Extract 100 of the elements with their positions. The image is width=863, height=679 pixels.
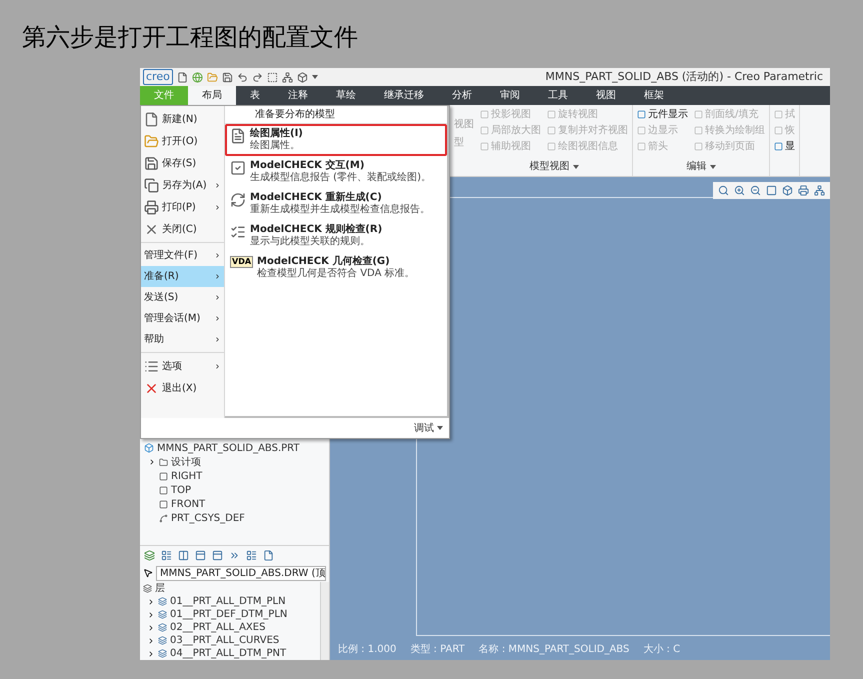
layer-icon: [158, 597, 167, 606]
menu-item[interactable]: 管理会话(M): [141, 308, 224, 329]
expand-icon[interactable]: [147, 624, 155, 632]
ribbon-tab[interactable]: 分析: [438, 86, 486, 105]
tree-item[interactable]: 03__PRT_ALL_CURVES: [170, 633, 280, 648]
ribbon-tab[interactable]: 审阅: [486, 86, 534, 105]
menu-item-description: 显示与此模型关联的规则。: [250, 236, 371, 248]
expand-icon[interactable]: [147, 598, 155, 606]
caret-icon: [312, 75, 318, 79]
menu-item[interactable]: 新建(N): [141, 108, 224, 130]
ribbon-tab[interactable]: 注释: [274, 86, 322, 105]
view-tool-icon[interactable]: [814, 185, 825, 196]
menu-item[interactable]: 绘图属性(I) 绘图属性。: [225, 124, 447, 156]
tree-item[interactable]: 设计项: [171, 454, 201, 470]
ribbon-tab[interactable]: 视图: [582, 86, 630, 105]
menu-item[interactable]: 帮助: [141, 329, 224, 350]
menu-item-title: ModelCHECK 几何检查(G): [257, 256, 391, 268]
view-tool-icon[interactable]: [718, 185, 729, 196]
menu-item-title: ModelCHECK 交互(M): [250, 160, 366, 172]
menu-item[interactable]: 管理文件(F): [141, 245, 224, 266]
menu-item[interactable]: 退出(X): [141, 377, 224, 399]
toolbar-icon[interactable]: [178, 550, 189, 560]
submenu-title: 准备要分布的模型: [225, 106, 447, 124]
menu-item[interactable]: 保存(S): [141, 152, 224, 174]
app-logo: creo: [143, 69, 173, 85]
toolbar-icon[interactable]: [263, 550, 274, 560]
ribbon-tab[interactable]: 草绘: [322, 86, 370, 105]
toolbar-icon[interactable]: [236, 72, 248, 82]
toolbar-icon[interactable]: [296, 72, 308, 82]
toolbar-icon[interactable]: [229, 550, 240, 560]
tree-item[interactable]: 02__PRT_ALL_AXES: [170, 620, 266, 635]
view-tool-icon[interactable]: [734, 185, 745, 196]
menu-item-title: ModelCHECK 规则检查(R): [250, 224, 382, 236]
pointer-icon[interactable]: [143, 568, 153, 578]
view-tool-icon[interactable]: [766, 185, 777, 196]
menu-item[interactable]: ModelCHECK 重新生成(C) 重新生成模型并生成模型检查信息报告。: [225, 188, 447, 220]
toolbar-icon[interactable]: [266, 72, 278, 82]
menu-item[interactable]: 准备(R): [141, 266, 224, 287]
folder-icon: [159, 458, 168, 466]
ribbon-tab[interactable]: 工具: [534, 86, 582, 105]
tree-item[interactable]: 01__PRT_DEF_DTM_PLN: [170, 607, 288, 622]
menu-item[interactable]: 发送(S): [141, 287, 224, 308]
group-label[interactable]: 模型视图: [530, 161, 578, 173]
layers-icon: [143, 584, 152, 593]
toolbar-icon[interactable]: [212, 550, 223, 560]
ribbon-tab[interactable]: 继承迁移: [370, 86, 438, 105]
toolbar-icon[interactable]: [246, 550, 257, 560]
menu-item[interactable]: 打开(O): [141, 130, 224, 152]
expand-icon[interactable]: [147, 610, 155, 618]
status-text: 名称 : MMNS_PART_SOLID_ABS: [478, 643, 630, 657]
toolbar-icon[interactable]: [282, 72, 293, 82]
save-copy-icon: [144, 178, 159, 192]
menu-item[interactable]: 选项: [141, 355, 224, 377]
group-label[interactable]: 编辑: [686, 161, 716, 173]
layer-icon: [158, 610, 167, 619]
expand-icon[interactable]: [147, 636, 155, 644]
tree-item[interactable]: 层: [155, 581, 165, 596]
expand-icon[interactable]: [148, 458, 156, 466]
model-dropdown[interactable]: MMNS_PART_SOLID_ABS.DRW (顶: [156, 566, 326, 580]
view-tool-icon[interactable]: [782, 185, 793, 196]
menu-item[interactable]: 另存为(A): [141, 174, 224, 196]
expand-icon[interactable]: [147, 650, 155, 658]
ribbon-tab[interactable]: 布局: [188, 86, 236, 105]
menu-item[interactable]: ModelCHECK 交互(M) 生成模型信息报告 (零件、装配或绘图)。: [225, 156, 447, 188]
toolbar-icon[interactable]: [222, 72, 233, 82]
tree-item[interactable]: MMNS_PART_SOLID_ABS.PRT: [157, 440, 300, 456]
status-text: 比例 : 1.000: [338, 642, 396, 657]
tree-item[interactable]: PRT_CSYS_DEF: [171, 510, 245, 526]
toolbar-icon[interactable]: [176, 72, 188, 82]
tree-item[interactable]: RIGHT: [171, 468, 202, 484]
list-icon: [144, 358, 159, 374]
caret-icon: [710, 165, 716, 169]
ribbon-tab[interactable]: 表: [236, 86, 274, 105]
tree-item[interactable]: FRONT: [171, 496, 206, 512]
scrollbar[interactable]: [320, 582, 329, 660]
layer-icon: [158, 636, 167, 645]
status-text: 类型 : PART: [410, 642, 465, 657]
debug-button[interactable]: 调试: [414, 418, 443, 438]
tree-item[interactable]: TOP: [171, 482, 192, 498]
vda-icon: VDA: [230, 256, 254, 268]
menu-item[interactable]: ModelCHECK 规则检查(R) 显示与此模型关联的规则。: [225, 220, 447, 252]
ribbon-button[interactable]: 元件显示: [637, 108, 688, 121]
toolbar-icon[interactable]: [195, 550, 206, 560]
window-title: MMNS_PART_SOLID_ABS (活动的) - Creo Parametric: [545, 68, 823, 85]
view-tool-icon[interactable]: [750, 185, 761, 196]
menu-item[interactable]: 关闭(C): [141, 218, 224, 240]
menu-item-title: ModelCHECK 重新生成(C): [250, 192, 383, 204]
ribbon-label: 视图: [454, 119, 474, 131]
view-tool-icon[interactable]: [798, 185, 809, 196]
toolbar-icon[interactable]: [144, 550, 155, 560]
menu-item[interactable]: VDA ModelCHECK 几何检查(G) 检查模型几何是否符合 VDA 标准。: [225, 252, 447, 284]
status-text: 大小 : C: [643, 642, 680, 657]
tree-item[interactable]: 04__PRT_ALL_DTM_PNT: [170, 646, 286, 660]
ribbon-tab[interactable]: 框架: [630, 86, 678, 105]
save-icon: [144, 156, 159, 170]
toolbar-icon[interactable]: [161, 550, 172, 560]
menu-item[interactable]: 打印(P): [141, 196, 224, 218]
toolbar-icon[interactable]: [252, 72, 263, 82]
tree-item[interactable]: 01__PRT_ALL_DTM_PLN: [170, 594, 286, 609]
ribbon-button[interactable]: 显: [774, 140, 795, 153]
